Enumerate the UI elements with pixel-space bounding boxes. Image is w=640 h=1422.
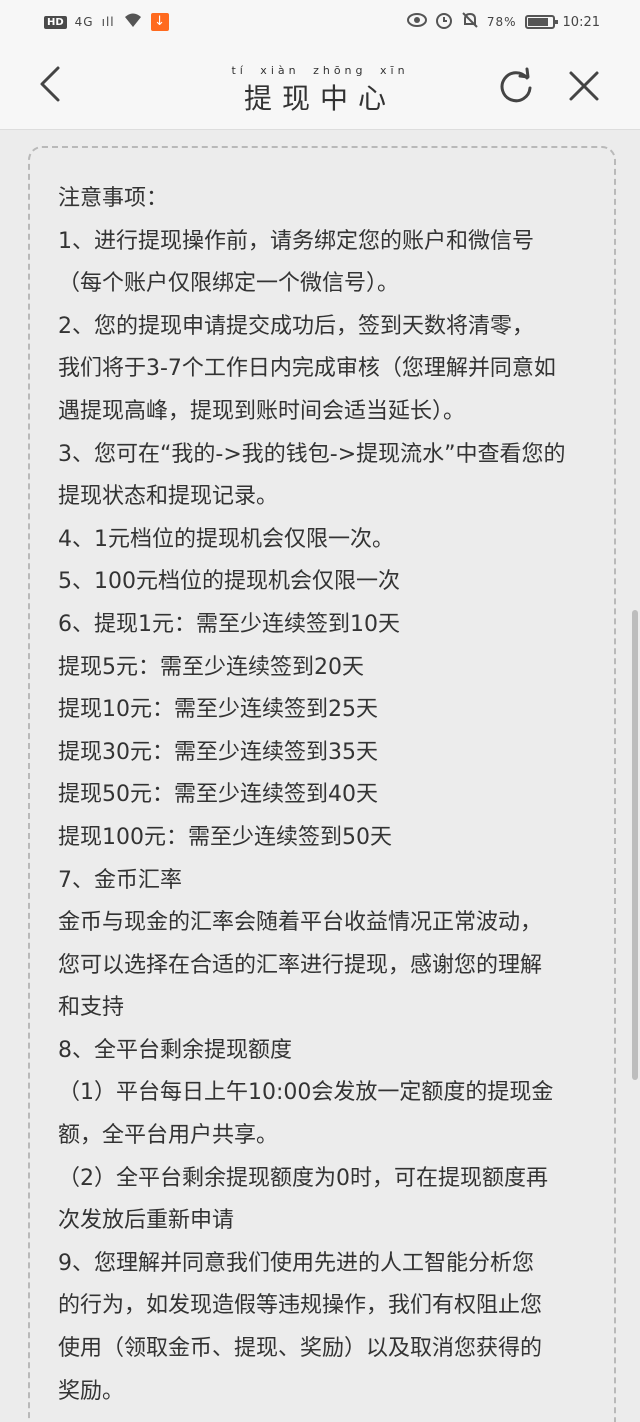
alarm-icon xyxy=(435,11,453,33)
notice-line: 金币与现金的汇率会随着平台收益情况正常波动， xyxy=(58,910,543,936)
network-type: 4G xyxy=(74,15,94,29)
notice-line: 遇提现高峰，提现到账时间会适当延长）。 xyxy=(58,398,466,424)
close-button[interactable] xyxy=(562,64,606,108)
wifi-icon xyxy=(123,12,143,32)
battery-percent: 78% xyxy=(486,15,517,29)
notice-line: 6、提现1元：需至少连续签到10天 xyxy=(58,611,400,637)
page-title: 提现中心 xyxy=(243,82,396,115)
notice-card: 注意事项： 1、进行提现操作前，请务绑定您的账户和微信号 （每个账户仅限绑定一个… xyxy=(28,146,616,1422)
status-right: 78% 10:21 xyxy=(406,11,600,33)
clock: 10:21 xyxy=(562,14,600,30)
notice-line: 3、您可在“我的->我的钱包->提现流水”中查看您的 xyxy=(58,441,566,467)
notice-line: 9、您理解并同意我们使用先进的人工智能分析您 xyxy=(58,1250,534,1276)
notice-line: 提现100元：需至少连续签到50天 xyxy=(58,824,392,850)
status-left: HD 4G ıll ↓ xyxy=(44,12,169,32)
nav-bar: tí xiàn zhōng xīn 提现中心 xyxy=(0,44,640,130)
notice-line: 4、1元档位的提现机会仅限一次。 xyxy=(58,526,394,552)
notice-line: 使用（领取金币、提现、奖励）以及取消您获得的 xyxy=(58,1336,543,1362)
download-icon: ↓ xyxy=(150,13,169,31)
notice-line: （每个账户仅限绑定一个微信号）。 xyxy=(58,271,400,297)
notice-line: 7、金币汇率 xyxy=(58,867,182,893)
nav-title-area: tí xiàn zhōng xīn 提现中心 xyxy=(0,64,640,117)
notice-line: 额，全平台用户共享。 xyxy=(58,1123,279,1149)
hd-icon: HD xyxy=(44,15,67,29)
notice-line: 和支持 xyxy=(58,995,125,1021)
notice-line: 8、全平台剩余提现额度 xyxy=(58,1037,292,1063)
notice-line: 次发放后重新申请 xyxy=(58,1208,235,1234)
refresh-button[interactable] xyxy=(494,64,538,108)
refresh-icon xyxy=(500,67,532,103)
notice-line: 提现50元：需至少连续签到40天 xyxy=(58,782,378,808)
scrollbar[interactable] xyxy=(632,610,638,1080)
notice-line: 2、您的提现申请提交成功后，签到天数将清零， xyxy=(58,313,534,339)
notice-heading: 注意事项： xyxy=(58,186,169,211)
notice-line: 您可以选择在合适的汇率进行提现，感谢您的理解 xyxy=(58,952,543,978)
notice-line: 1、进行提现操作前，请务绑定您的账户和微信号 xyxy=(58,228,534,254)
battery-icon xyxy=(524,15,558,29)
notice-line: 提现10元：需至少连续签到25天 xyxy=(58,697,378,723)
notice-line: 我们将于3-7个工作日内完成审核（您理解并同意如 xyxy=(58,356,556,382)
notice-line: （1）平台每日上午10:00会发放一定额度的提现金 xyxy=(58,1080,554,1106)
notice-line: （2）全平台剩余提现额度为0时，可在提现额度再 xyxy=(58,1165,548,1191)
eye-icon xyxy=(406,13,427,31)
notice-line: 提现5元：需至少连续签到20天 xyxy=(58,654,364,680)
page-title-pinyin: tí xiàn zhōng xīn xyxy=(231,64,409,77)
notice-line: 提现30元：需至少连续签到35天 xyxy=(58,739,378,765)
close-icon xyxy=(569,71,599,101)
notice-line: 的行为，如发现造假等违规操作，我们有权阻止您 xyxy=(58,1293,543,1319)
mute-icon xyxy=(461,11,479,33)
status-bar: HD 4G ıll ↓ 78% 10:21 xyxy=(0,0,640,44)
notice-line: 5、100元档位的提现机会仅限一次 xyxy=(58,569,400,595)
signal-icon: ıll xyxy=(101,15,115,29)
notice-line: 奖励。 xyxy=(58,1378,125,1404)
notice-line: 提现状态和提现记录。 xyxy=(58,484,279,510)
